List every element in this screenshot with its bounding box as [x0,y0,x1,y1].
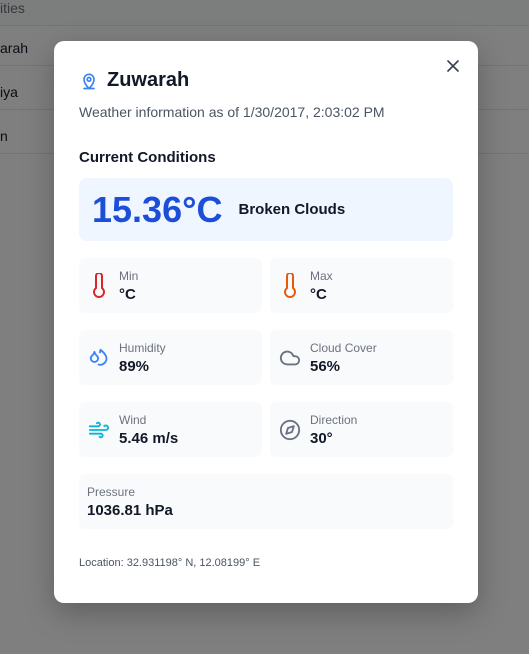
compass-icon [279,419,301,440]
location-coordinates: Location: 32.931198° N, 12.08199° E [79,557,261,569]
current-temperature-panel: 15.36°C Broken Clouds [79,178,453,241]
humidity-card: Humidity 89% [79,330,262,385]
max-value: °C [310,285,327,303]
close-button[interactable] [444,57,462,75]
pressure-card: Pressure 1036.81 hPa [79,474,453,529]
max-temp-card: Max °C [270,258,453,313]
thermometer-icon [93,272,105,298]
wind-card: Wind 5.46 m/s [79,402,262,457]
section-title: Current Conditions [79,149,216,166]
weather-condition: Broken Clouds [238,201,346,218]
direction-label: Direction [310,412,358,427]
map-pin-icon [83,73,95,89]
cloud-cover-card: Cloud Cover 56% [270,330,453,385]
temperature-value: 15.36°C [92,188,223,230]
cloud-cover-value: 56% [310,357,341,375]
humidity-label: Humidity [119,340,166,355]
wind-icon [88,421,110,438]
weather-modal: Zuwarah Weather information as of 1/30/2… [54,41,478,603]
droplets-icon [89,348,108,366]
wind-value: 5.46 m/s [119,429,179,447]
pressure-label: Pressure [87,484,136,499]
weather-timestamp: Weather information as of 1/30/2017, 2:0… [79,104,385,120]
min-value: °C [119,285,136,303]
cloud-icon [279,350,301,365]
cloud-cover-label: Cloud Cover [310,340,377,355]
min-label: Min [119,268,139,283]
direction-value: 30° [310,429,333,447]
wind-direction-card: Direction 30° [270,402,453,457]
min-temp-card: Min °C [79,258,262,313]
max-label: Max [310,268,333,283]
close-icon [447,60,459,72]
pressure-value: 1036.81 hPa [87,501,173,519]
humidity-value: 89% [119,357,150,375]
modal-header: Zuwarah [79,69,189,92]
thermometer-icon [284,272,296,298]
wind-label: Wind [119,412,147,427]
city-title: Zuwarah [107,69,190,91]
